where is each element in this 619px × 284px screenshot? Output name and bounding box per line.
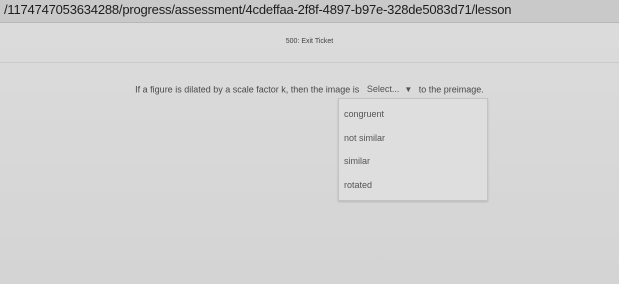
page-root: /1174747053634288/progress/assessment/4c… bbox=[0, 0, 619, 284]
url-text[interactable]: /1174747053634288/progress/assessment/4c… bbox=[4, 2, 512, 17]
answer-select[interactable]: Select... bbox=[365, 83, 402, 96]
address-bar[interactable]: /1174747053634288/progress/assessment/4c… bbox=[0, 0, 619, 23]
question-suffix: to the preimage. bbox=[418, 84, 484, 95]
header-divider bbox=[0, 62, 619, 63]
answer-dropdown[interactable]: congruent not similar similar rotated bbox=[338, 98, 488, 201]
question-line: If a figure is dilated by a scale factor… bbox=[0, 83, 619, 97]
dropdown-option-similar[interactable]: similar bbox=[344, 156, 370, 166]
dropdown-option-rotated[interactable]: rotated bbox=[344, 180, 372, 190]
chevron-down-icon[interactable]: ▼ bbox=[404, 85, 412, 94]
page-title: 500: Exit Ticket bbox=[285, 38, 334, 45]
dropdown-option-not-similar[interactable]: not similar bbox=[344, 133, 385, 143]
question-prefix: If a figure is dilated by a scale factor… bbox=[135, 84, 360, 95]
dropdown-option-congruent[interactable]: congruent bbox=[344, 109, 384, 119]
